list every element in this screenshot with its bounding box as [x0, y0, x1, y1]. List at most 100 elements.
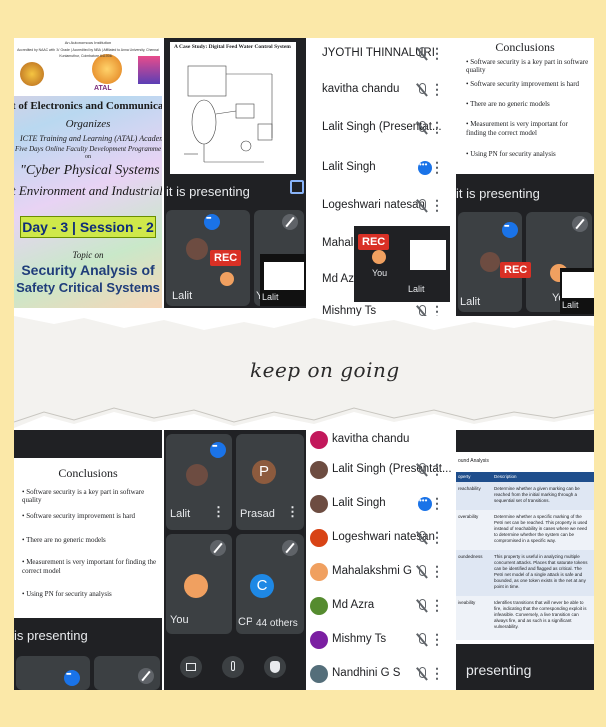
popup-name: Lalit [262, 292, 279, 302]
speaking-icon [64, 670, 80, 686]
popup-lalit: Lalit [408, 284, 425, 294]
bullet-item: There are no generic models [22, 536, 106, 544]
more-options-icon[interactable]: ⋮ [430, 563, 444, 580]
more-options-icon[interactable]: ⋮ [212, 504, 225, 520]
talk-title-1: Security Analysis of [21, 262, 155, 278]
bullet-item: Software security improvement is hard [466, 80, 579, 88]
tile-name: Lalit [460, 296, 481, 308]
participant-tile[interactable] [16, 656, 90, 690]
avatar [310, 665, 328, 683]
avatar [310, 597, 328, 615]
list-item[interactable]: Mahalakshmi G ⋮ [308, 556, 450, 590]
list-item[interactable]: Md Azra ⋮ [308, 590, 450, 624]
mic-off-icon [416, 199, 428, 213]
more-options-icon[interactable]: ⋮ [430, 197, 444, 214]
atal-label: ATAL [94, 85, 112, 92]
atal-logo-icon [92, 54, 122, 84]
camera-off-icon [186, 663, 196, 671]
more-options-icon[interactable]: ⋮ [430, 159, 444, 176]
others-badge[interactable]: 44 others [252, 616, 302, 631]
table-row: oundedness This property is useful in an… [456, 550, 594, 596]
more-options-icon[interactable]: ⋮ [430, 45, 444, 62]
raise-hand-button[interactable] [264, 656, 286, 678]
list-item[interactable]: Lalit Singh (Presentat... ⋮ [308, 454, 452, 488]
more-options-icon[interactable]: ⋮ [430, 81, 444, 98]
more-options-icon[interactable]: ⋮ [430, 665, 444, 682]
bullet-item: Using PN for security analysis [22, 590, 112, 598]
participant-tile-prasad[interactable]: P Prasad ⋮ [236, 434, 304, 530]
hand-icon [270, 661, 280, 673]
bullet-item: There are no generic models [466, 100, 550, 108]
mic-off-icon [416, 47, 428, 61]
participant-tile[interactable] [94, 656, 160, 690]
more-options-icon[interactable]: ⋮ [430, 529, 444, 546]
academy-text: ICTE Training and Learning (ATAL) Academ… [20, 134, 162, 143]
more-options-icon[interactable]: ⋮ [430, 461, 444, 478]
list-item[interactable]: Logeshwari natesan ⋮ [308, 190, 450, 224]
speaking-icon [502, 222, 518, 238]
on-text: on [85, 154, 91, 160]
case-study-panel: A Case Study: Digital Feed Water Control… [164, 38, 306, 308]
self-view-popup: Lalit [560, 268, 594, 314]
camera-off-button[interactable] [180, 656, 202, 678]
yellow-frame: An Autonomous Institution Accredited by … [0, 0, 606, 727]
popup-slide-thumb [264, 262, 304, 290]
mic-off-icon [416, 565, 428, 579]
tile-name: Prasad [240, 508, 275, 520]
talk-title-2: Safety Critical Systems [16, 280, 160, 295]
list-item[interactable]: kavitha chandu ⋮ [308, 74, 450, 108]
participant-name: Lalit Singh [332, 497, 386, 509]
table-header-cell: Description [494, 474, 517, 479]
table-header-row: operty Description [456, 472, 594, 482]
self-avatar [372, 250, 386, 264]
list-item[interactable]: Lalit Singh (Presentat... ⋮ [308, 112, 450, 146]
table-row: reachability Determine whether a given m… [456, 482, 594, 510]
list-item[interactable]: JYOTHI THINNALURI ⋮ [308, 38, 450, 72]
popup-name: Lalit [562, 300, 579, 310]
topic-title-1: "Cyber Physical Systems for [20, 163, 162, 178]
more-options-icon[interactable]: ⋮ [430, 119, 444, 136]
participant-tile-you[interactable]: You [166, 534, 232, 634]
mic-off-button[interactable] [222, 656, 244, 678]
mic-off-icon [210, 540, 226, 556]
program-text: Five Days Online Faculty Development Pro… [14, 145, 162, 153]
list-item[interactable]: Lalit Singh ⋮ [308, 488, 450, 522]
participant-tile-lalit[interactable]: Lalit ⋮ [166, 434, 232, 530]
rec-badge: REC [210, 250, 242, 266]
mic-off-icon [416, 633, 428, 647]
case-study-title: A Case Study: Digital Feed Water Control… [174, 44, 291, 50]
more-options-icon[interactable]: ⋮ [430, 495, 444, 512]
self-avatar [220, 272, 234, 286]
avatar [310, 631, 328, 649]
list-item[interactable]: Mishmy Ts ⋮ [308, 624, 450, 658]
mic-off-icon [282, 540, 298, 556]
rec-badge: REC [358, 234, 390, 250]
institution-small: An Autonomous Institution [64, 40, 112, 45]
more-options-icon[interactable]: ⋮ [430, 303, 444, 316]
participant-name: Logeshwari natesan [322, 199, 425, 211]
speaking-icon [204, 214, 220, 230]
mic-off-icon [416, 463, 428, 477]
table-cell: overability [458, 514, 479, 519]
mic-off-icon [231, 661, 235, 671]
presenting-label: it is presenting [456, 186, 540, 201]
tile-name: You [170, 614, 189, 626]
topic-label: Topic on [72, 250, 104, 260]
list-item[interactable]: Lalit Singh ⋮ [308, 152, 450, 186]
list-item[interactable]: Nandhini G S ⋮ [308, 658, 450, 690]
mic-off-icon [416, 531, 428, 545]
presenting-label: presenting [466, 662, 532, 678]
speaking-icon [210, 442, 226, 458]
avatar [310, 461, 328, 479]
table-header-cell: operty [458, 474, 471, 479]
more-options-icon[interactable]: ⋮ [430, 597, 444, 614]
expand-icon[interactable] [290, 180, 304, 194]
avatar-initial: C [250, 574, 274, 598]
list-item[interactable]: Logeshwari natesan ⋮ [308, 522, 450, 556]
mic-off-icon [416, 667, 428, 681]
more-options-icon[interactable]: ⋮ [286, 504, 299, 520]
slide-title: Conclusions [495, 40, 555, 54]
more-options-icon[interactable]: ⋮ [430, 631, 444, 648]
avatar-initial: P [252, 460, 276, 484]
avatar [310, 431, 328, 449]
